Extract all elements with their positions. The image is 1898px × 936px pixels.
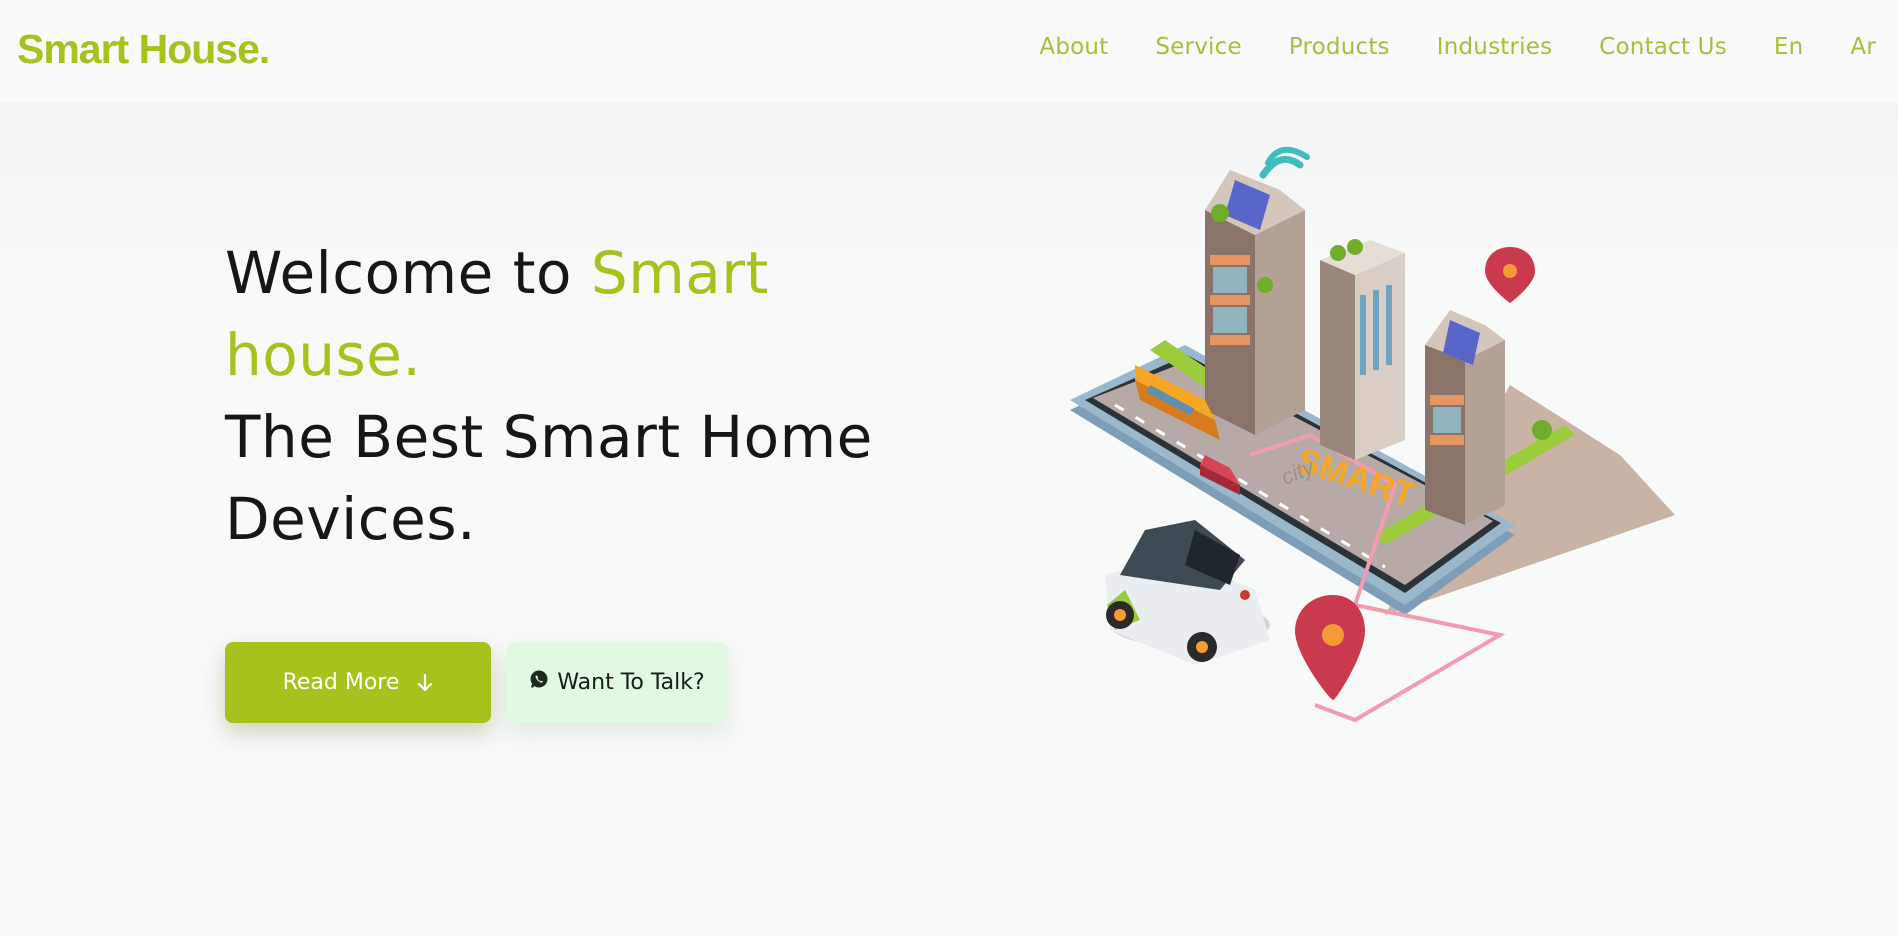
balcony-right-1 <box>1430 395 1464 405</box>
want-to-talk-label: Want To Talk? <box>557 670 705 695</box>
smart-city-illustration: SMART city <box>1070 146 1675 723</box>
hero-accent-smart: Smart <box>590 239 769 307</box>
building-left-front <box>1255 210 1305 435</box>
balcony-right-2 <box>1430 435 1464 445</box>
building-right-front <box>1465 340 1505 525</box>
site-logo[interactable]: Smart House. <box>17 26 270 73</box>
lang-en-link[interactable]: En <box>1774 34 1804 60</box>
hero-welcome-text: Welcome to <box>225 239 591 307</box>
middle-window-3 <box>1386 285 1392 365</box>
wifi-icon <box>1259 146 1310 179</box>
window-band-1 <box>1213 267 1247 293</box>
balcony-2 <box>1210 295 1250 305</box>
hero-tagline-line2: Devices. <box>225 485 477 553</box>
balcony-1 <box>1210 255 1250 265</box>
lang-ar-link[interactable]: Ar <box>1850 34 1876 60</box>
arrow-down-icon <box>418 673 433 691</box>
hero-headline: Welcome to Smart house. The Best Smart H… <box>225 232 925 560</box>
read-more-button[interactable]: Read More <box>225 642 491 723</box>
nav-link-about[interactable]: About <box>1039 34 1108 60</box>
whatsapp-icon <box>530 670 548 688</box>
nav-link-products[interactable]: Products <box>1289 34 1390 60</box>
window-band-2 <box>1213 307 1247 333</box>
building-middle-side <box>1320 260 1355 460</box>
location-pin-bottom-icon <box>1295 595 1365 700</box>
tree-2 <box>1330 245 1346 261</box>
middle-window-1 <box>1360 295 1366 375</box>
electric-car <box>1105 520 1270 665</box>
tree-3 <box>1347 239 1363 255</box>
main-nav: About Service Products Industries Contac… <box>1039 34 1876 60</box>
nav-link-industries[interactable]: Industries <box>1437 34 1553 60</box>
tree-1 <box>1211 204 1229 222</box>
location-pin-top-icon <box>1485 247 1535 303</box>
nav-link-service[interactable]: Service <box>1155 34 1241 60</box>
tree-4 <box>1532 420 1552 440</box>
nav-link-contact-us[interactable]: Contact Us <box>1599 34 1727 60</box>
middle-window-2 <box>1373 290 1379 370</box>
balcony-3 <box>1210 335 1250 345</box>
hero-accent-house: house. <box>225 321 422 389</box>
tree-5 <box>1257 277 1273 293</box>
hero-tagline-line1: The Best Smart Home <box>225 403 873 471</box>
read-more-label: Read More <box>282 670 400 695</box>
window-band-right <box>1433 407 1461 433</box>
want-to-talk-button[interactable]: Want To Talk? <box>506 642 728 723</box>
